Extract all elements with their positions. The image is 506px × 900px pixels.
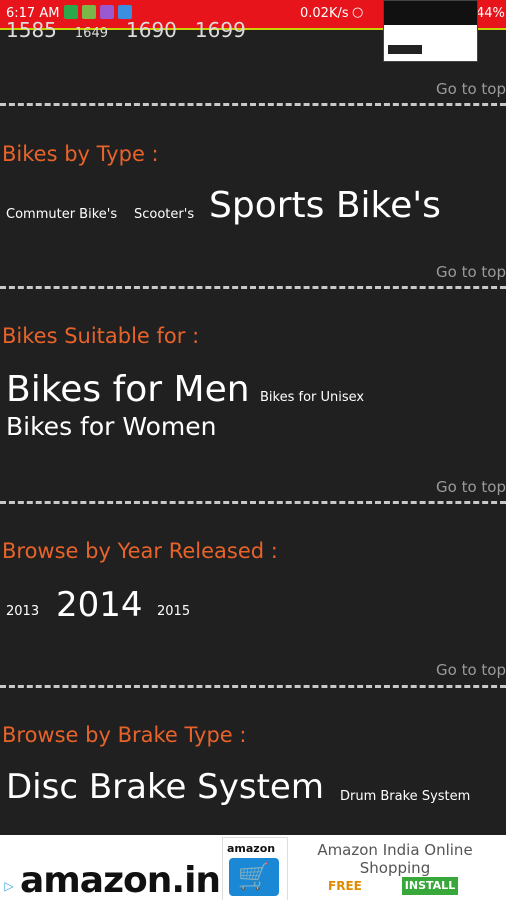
battery-level: 44% bbox=[476, 6, 505, 21]
tag-sports-bikes[interactable]: Sports Bike's bbox=[209, 185, 441, 226]
notification-app-icon bbox=[100, 5, 114, 19]
tag-year-2015[interactable]: 2015 bbox=[157, 604, 190, 619]
thumbnail-logo bbox=[388, 45, 422, 54]
tag-link[interactable]: 1690 bbox=[126, 18, 177, 42]
tag-bikes-for-men[interactable]: Bikes for Men bbox=[6, 369, 250, 410]
section-divider bbox=[0, 286, 506, 289]
tag-link[interactable]: 1649 bbox=[75, 26, 108, 41]
wifi-icon: ○ bbox=[352, 5, 364, 20]
section-divider bbox=[0, 501, 506, 504]
screen-thumbnail bbox=[383, 0, 478, 62]
tag-commuter-bikes[interactable]: Commuter Bike's bbox=[6, 207, 117, 222]
ad-choices-icon[interactable]: ▷ bbox=[0, 879, 18, 897]
ad-install-button[interactable]: INSTALL bbox=[402, 877, 458, 895]
notification-icons bbox=[64, 5, 132, 19]
ad-brand-logo: amazon.in bbox=[20, 860, 221, 900]
ad-app-icon-label: amazon bbox=[227, 842, 276, 855]
tag-year-2014[interactable]: 2014 bbox=[56, 585, 143, 625]
ad-app-icon: amazon 🛒 bbox=[222, 837, 288, 900]
android-icon bbox=[82, 5, 96, 19]
ad-title: Amazon India Online Shopping bbox=[317, 841, 473, 877]
banner-ad[interactable]: ▷ amazon.in amazon 🛒 Amazon India Online… bbox=[0, 835, 506, 900]
go-to-top-link[interactable]: Go to top bbox=[436, 661, 506, 679]
cart-icon: 🛒 bbox=[229, 858, 279, 896]
section-heading-bikes-suitable-for: Bikes Suitable for : bbox=[2, 324, 200, 348]
tag-disc-brake-system[interactable]: Disc Brake System bbox=[6, 767, 324, 807]
tag-scooters[interactable]: Scooter's bbox=[134, 207, 194, 222]
network-speed: 0.02K/s bbox=[300, 6, 349, 21]
go-to-top-link[interactable]: Go to top bbox=[436, 478, 506, 496]
ad-price: FREE bbox=[328, 879, 362, 893]
tag-bikes-for-unisex[interactable]: Bikes for Unisex bbox=[260, 390, 364, 405]
go-to-top-link[interactable]: Go to top bbox=[436, 80, 506, 98]
section-heading-bikes-by-type: Bikes by Type : bbox=[2, 142, 159, 166]
tag-year-2013[interactable]: 2013 bbox=[6, 604, 39, 619]
shield-icon bbox=[64, 5, 78, 19]
go-to-top-link[interactable]: Go to top bbox=[436, 263, 506, 281]
notification-app-icon-2 bbox=[118, 5, 132, 19]
section-heading-year-released: Browse by Year Released : bbox=[2, 539, 278, 563]
section-heading-brake-type: Browse by Brake Type : bbox=[2, 723, 247, 747]
tag-link[interactable]: 1585 bbox=[6, 18, 57, 42]
tag-link[interactable]: 1699 bbox=[195, 18, 246, 42]
tag-drum-brake-system[interactable]: Drum Brake System bbox=[340, 789, 470, 804]
section-divider bbox=[0, 685, 506, 688]
section-divider bbox=[0, 103, 506, 106]
tag-bikes-for-women[interactable]: Bikes for Women bbox=[6, 412, 217, 441]
partial-number-tags: 1585 1649 1690 1699 bbox=[6, 18, 246, 42]
